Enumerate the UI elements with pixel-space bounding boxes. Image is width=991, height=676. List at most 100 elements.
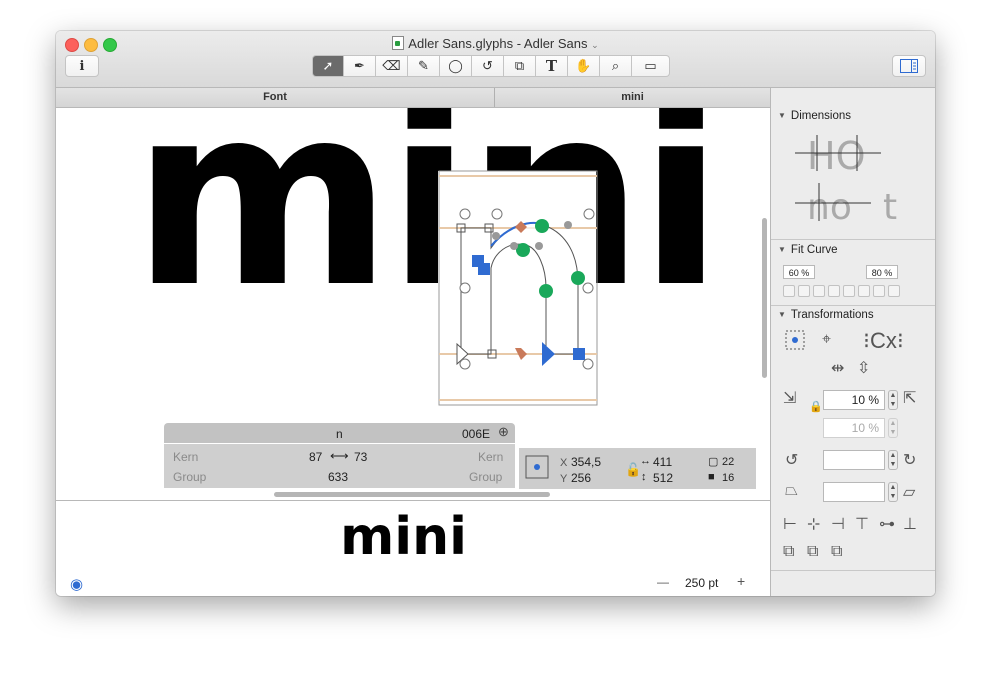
rotate-cw-icon[interactable]: ↻	[903, 450, 916, 470]
mirror-vertical-icon[interactable]: ⇳	[857, 358, 870, 378]
fit-curve-button-5[interactable]	[843, 285, 855, 297]
window-title: Adler Sans.glyphs - Adler Sans ⌄	[56, 36, 935, 51]
info-button[interactable]: i	[65, 55, 99, 77]
right-sidebearing[interactable]: 73	[354, 450, 367, 464]
toggle-sidebar-button[interactable]	[892, 55, 926, 77]
hand-tool-button[interactable]: ✋	[568, 55, 600, 77]
rotate-tool-button[interactable]: ↺	[472, 55, 504, 77]
right-kern-label: Kern	[478, 450, 504, 464]
lock-icon[interactable]: 🔓	[625, 462, 641, 478]
scale-down-icon[interactable]: ⇲	[783, 388, 796, 408]
vertical-scrollbar[interactable]	[762, 218, 767, 378]
align-right-icon[interactable]: ⊣	[831, 514, 845, 534]
proportional-lock-icon[interactable]: 🔒	[809, 400, 823, 413]
preview-text: mini	[340, 507, 467, 567]
glyph-width[interactable]: 633	[328, 470, 348, 484]
fit-curve-header[interactable]: Fit Curve	[778, 244, 838, 256]
glyphs-window: Adler Sans.glyphs - Adler Sans ⌄ i ➚ ✒ ⌫…	[56, 31, 935, 596]
width-arrow-icon: ↔	[640, 455, 651, 467]
crosshair-icon[interactable]: ⌖	[822, 331, 831, 349]
align-middle-icon[interactable]: ⊶	[879, 514, 895, 534]
slant-right-icon[interactable]: ⏥	[903, 482, 915, 502]
slant-left-icon[interactable]: ⏢	[785, 482, 798, 500]
fit-curve-button-6[interactable]	[858, 285, 870, 297]
hand-icon: ✋	[575, 58, 592, 73]
tab-font[interactable]: Font	[56, 88, 495, 107]
mirror-horizontal-icon[interactable]: ⇹	[831, 358, 844, 378]
divider	[771, 570, 935, 571]
fit-curve-button-7[interactable]	[873, 285, 885, 297]
transformations-header[interactable]: Transformations	[778, 309, 874, 321]
align-left-icon[interactable]: ⊢	[783, 514, 797, 534]
document-icon	[392, 36, 405, 50]
handle-count-icon: ■	[708, 471, 715, 483]
fit-curve-button-2[interactable]	[798, 285, 810, 297]
glyph-name[interactable]: n	[336, 427, 343, 441]
info-icon: i	[79, 58, 85, 74]
zoom-level[interactable]: 250 pt	[685, 576, 718, 590]
scale-field[interactable]: 10 %	[823, 390, 885, 410]
union-icon[interactable]: ⧉	[783, 543, 794, 561]
zoom-tool-button[interactable]: ⌕	[600, 55, 632, 77]
scale-field-vertical[interactable]: 10 %	[823, 418, 885, 438]
fit-curve-min-field[interactable]: 60 %	[783, 265, 815, 279]
eraser-tool-button[interactable]: ⌫	[376, 55, 408, 77]
selection-height[interactable]: 512	[653, 471, 673, 485]
scale-up-icon[interactable]: ⇱	[903, 388, 916, 408]
fit-curve-max-field[interactable]: 80 %	[866, 265, 898, 279]
svg-text:t: t	[883, 187, 897, 226]
add-circle-icon[interactable]: ⊕	[498, 424, 509, 440]
glyph-unicode[interactable]: 006E	[462, 427, 490, 441]
horizontal-scrollbar[interactable]	[274, 492, 550, 497]
fit-curve-button-3[interactable]	[813, 285, 825, 297]
pencil-tool-button[interactable]: ✎	[408, 55, 440, 77]
shape-tool-button[interactable]: ◯	[440, 55, 472, 77]
rotate-ccw-icon[interactable]: ↺	[785, 450, 798, 470]
tab-mini[interactable]: mini	[495, 88, 770, 107]
dimensions-header[interactable]: Dimensions	[778, 110, 851, 122]
scale-stepper[interactable]: ▲ ▼	[888, 390, 898, 410]
selection-width[interactable]: 411	[653, 455, 672, 469]
fit-curve-button-1[interactable]	[783, 285, 795, 297]
slant-stepper[interactable]: ▲ ▼	[888, 482, 898, 502]
zoom-out-button[interactable]: —	[657, 575, 669, 589]
pen-tool-button[interactable]: ✒	[344, 55, 376, 77]
selection-x[interactable]: 354,5	[571, 455, 601, 469]
eye-icon[interactable]: ◉	[70, 575, 83, 593]
handle-count: 16	[722, 472, 735, 484]
fit-curve-button-4[interactable]	[828, 285, 840, 297]
zoom-in-button[interactable]: +	[737, 573, 745, 589]
scale-stepper-vertical[interactable]: ▲ ▼	[888, 418, 898, 438]
pencil-icon: ✎	[418, 58, 429, 73]
left-sidebearing[interactable]: 87	[309, 450, 322, 464]
text-tool-button[interactable]: T	[536, 55, 568, 77]
align-top-icon[interactable]: ⊤	[855, 514, 869, 534]
window-title-text: Adler Sans.glyphs - Adler Sans	[408, 36, 588, 51]
selection-origin-icon[interactable]	[524, 454, 550, 480]
chevron-down-icon[interactable]: ⌄	[591, 40, 599, 50]
fit-curve-button-8[interactable]	[888, 285, 900, 297]
left-group-label: Group	[173, 470, 207, 484]
measure-tool-button[interactable]: ▭	[632, 55, 670, 77]
subtract-icon[interactable]: ⧉	[807, 543, 818, 561]
tool-palette: ➚ ✒ ⌫ ✎ ◯ ↺ ⧉ T ✋ ⌕ ▭	[312, 55, 670, 77]
select-tool-button[interactable]: ➚	[312, 55, 344, 77]
selection-y[interactable]: 256	[571, 471, 591, 485]
align-center-icon[interactable]: ⊹	[807, 514, 820, 534]
align-bottom-icon[interactable]: ⊥	[903, 514, 917, 534]
scale-tool-button[interactable]: ⧉	[504, 55, 536, 77]
metric-origin-icon[interactable]: ⁝Cx⁝	[863, 328, 904, 354]
slant-field[interactable]	[823, 482, 885, 502]
rotate-field[interactable]	[823, 450, 885, 470]
intersect-icon[interactable]: ⧉	[831, 543, 842, 561]
divider	[771, 239, 935, 240]
y-label: Y	[560, 473, 568, 485]
height-arrow-icon: ↕	[641, 471, 647, 483]
eraser-icon: ⌫	[382, 58, 401, 73]
link-metrics-icon[interactable]: ⟷	[330, 448, 349, 464]
dimensions-diagram: HO no t	[795, 134, 897, 226]
sidebar-toggle-icon	[900, 59, 918, 73]
palette-sidebar: Dimensions HO no t Fit Curve 60 % 80 % T…	[770, 88, 935, 596]
rotate-stepper[interactable]: ▲ ▼	[888, 450, 898, 470]
transform-origin-icon[interactable]	[783, 328, 807, 352]
